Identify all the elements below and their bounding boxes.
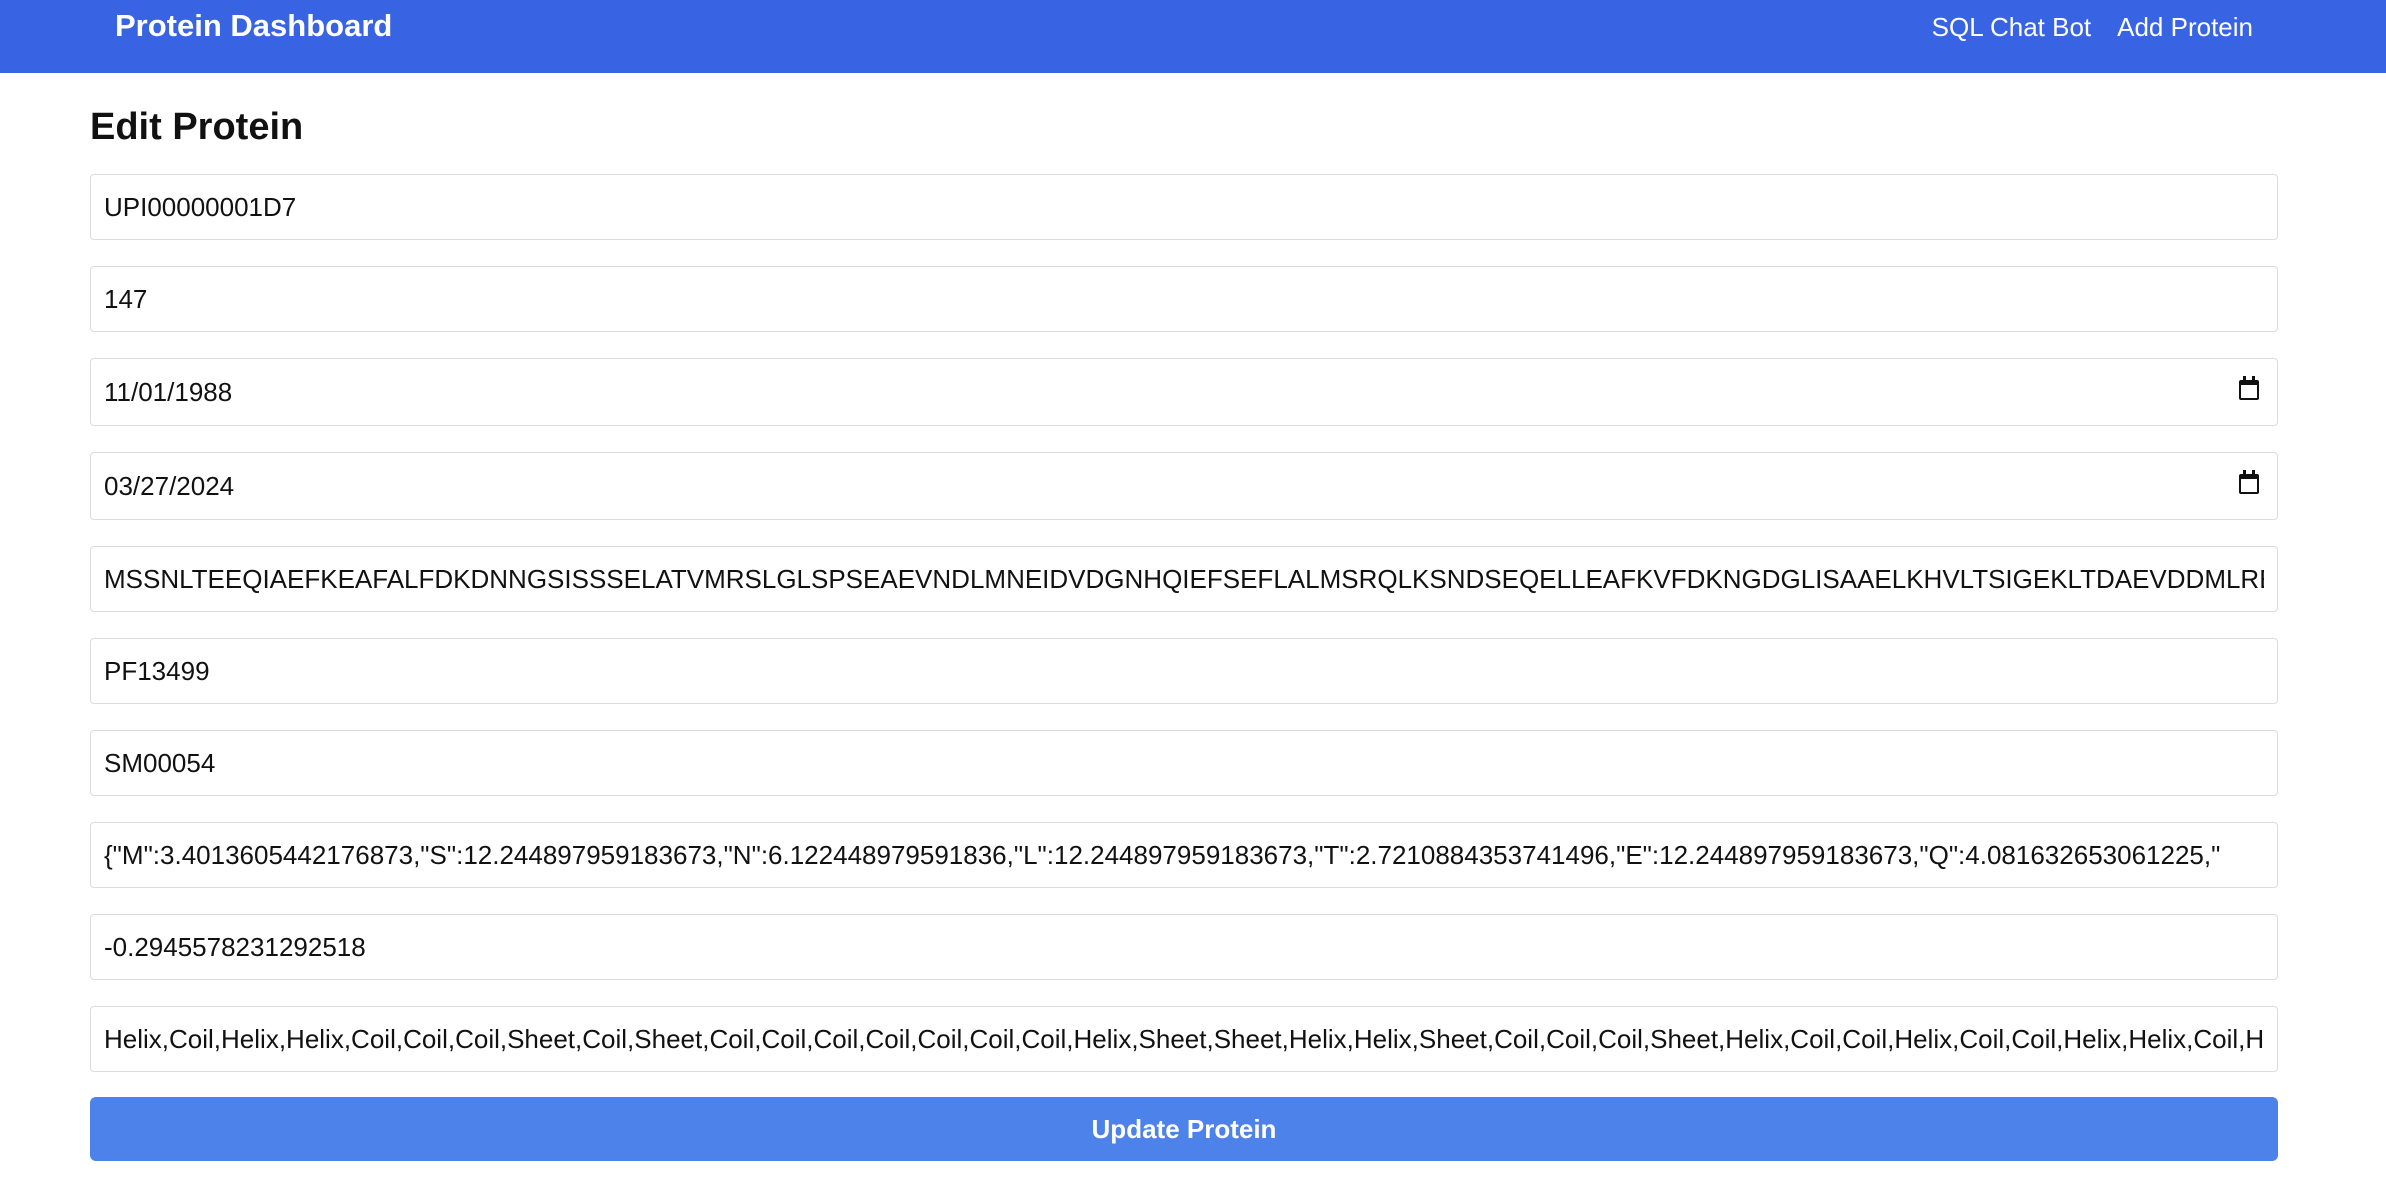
length-field[interactable]: 147 — [90, 266, 2278, 332]
hydrophobicity-value[interactable]: -0.2945578231292518 — [104, 915, 2264, 979]
pfam-field[interactable]: PF13499 — [90, 638, 2278, 704]
pfam-value[interactable]: PF13499 — [104, 639, 2264, 703]
sequence-field[interactable]: MSSNLTEEQIAEFKEAFALFDKDNNGSISSSELATVMRSL… — [90, 546, 2278, 612]
updated-date-field[interactable]: 03/27/2024 — [90, 452, 2278, 520]
edit-protein-form: UPI00000001D7 147 11/01/1988 03/27/2024 … — [90, 174, 2278, 1161]
updated-date-value[interactable]: 03/27/2024 — [104, 453, 2217, 519]
created-date-field[interactable]: 11/01/1988 — [90, 358, 2278, 426]
secondary-structure-field[interactable]: Helix,Coil,Helix,Helix,Coil,Coil,Coil,Sh… — [90, 1006, 2278, 1072]
calendar-icon[interactable] — [2239, 376, 2259, 400]
sequence-value[interactable]: MSSNLTEEQIAEFKEAFALFDKDNNGSISSSELATVMRSL… — [104, 547, 2264, 611]
update-protein-button[interactable]: Update Protein — [90, 1097, 2278, 1161]
created-date-value[interactable]: 11/01/1988 — [104, 359, 2217, 425]
smart-field[interactable]: SM00054 — [90, 730, 2278, 796]
protein-id-value[interactable]: UPI00000001D7 — [104, 175, 2264, 239]
protein-id-field[interactable]: UPI00000001D7 — [90, 174, 2278, 240]
calendar-icon[interactable] — [2239, 470, 2259, 494]
composition-value[interactable]: {"M":3.4013605442176873,"S":12.244897959… — [104, 823, 2264, 887]
smart-value[interactable]: SM00054 — [104, 731, 2264, 795]
composition-field[interactable]: {"M":3.4013605442176873,"S":12.244897959… — [90, 822, 2278, 888]
nav-links: SQL Chat Bot Add Protein — [1932, 10, 2253, 44]
length-value[interactable]: 147 — [104, 267, 2264, 331]
nav-link-sql-chat-bot[interactable]: SQL Chat Bot — [1932, 10, 2091, 44]
page-title: Edit Protein — [90, 106, 304, 148]
main-content: Edit Protein UPI00000001D7 147 11/01/198… — [90, 100, 2278, 1161]
secondary-structure-value[interactable]: Helix,Coil,Helix,Helix,Coil,Coil,Coil,Sh… — [104, 1007, 2264, 1071]
nav-link-add-protein[interactable]: Add Protein — [2117, 10, 2253, 44]
hydrophobicity-field[interactable]: -0.2945578231292518 — [90, 914, 2278, 980]
brand-link[interactable]: Protein Dashboard — [115, 8, 392, 44]
top-navbar: Protein Dashboard SQL Chat Bot Add Prote… — [0, 0, 2386, 73]
